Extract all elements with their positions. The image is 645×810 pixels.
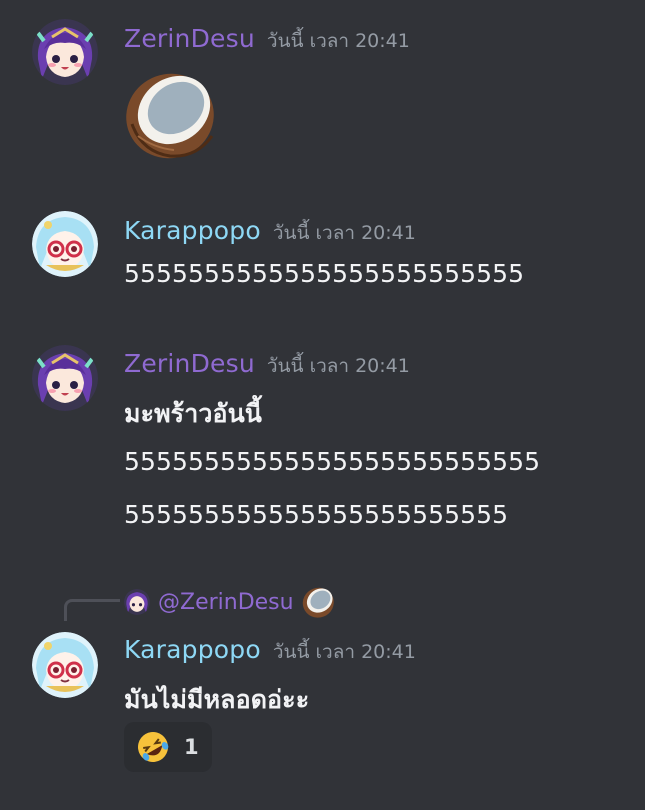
reply-author[interactable]: @ZerinDesu — [158, 590, 294, 615]
author-name[interactable]: ZerinDesu — [124, 349, 255, 378]
reply-preview[interactable]: @ZerinDesu — [124, 585, 336, 619]
zerin-avatar-icon[interactable] — [32, 19, 98, 85]
zerin-avatar-icon — [124, 589, 150, 615]
karappopo-avatar-icon[interactable] — [32, 632, 98, 698]
author-name[interactable]: Karappopo — [124, 216, 261, 245]
reaction-count: 1 — [184, 735, 199, 759]
karappopo-avatar-icon[interactable] — [32, 211, 98, 277]
reply-connector — [64, 599, 120, 621]
rolling-on-floor-laughing-icon — [136, 730, 170, 764]
message-header: ZerinDesu วันนี้ เวลา 20:41 — [124, 349, 410, 381]
message-header: Karappopo วันนี้ เวลา 20:41 — [124, 635, 416, 667]
author-name[interactable]: Karappopo — [124, 635, 261, 664]
timestamp: วันนี้ เวลา 20:41 — [272, 641, 416, 663]
message-text: 55555555555555555555555555 — [124, 447, 541, 476]
message-text: 555555555555555555555555 — [124, 500, 509, 529]
message-text: 5555555555555555555555555 — [124, 259, 525, 288]
message-header: ZerinDesu วันนี้ เวลา 20:41 — [124, 24, 410, 56]
timestamp: วันนี้ เวลา 20:41 — [266, 30, 410, 52]
chat-message-list: ZerinDesu วันนี้ เวลา 20:41 Karappopo วั… — [0, 0, 645, 810]
message-text: มะพร้าวอันนี้ — [124, 399, 262, 428]
zerin-avatar-icon[interactable] — [32, 345, 98, 411]
coconut-icon — [302, 585, 336, 619]
coconut-icon — [124, 66, 220, 162]
author-name[interactable]: ZerinDesu — [124, 24, 255, 53]
timestamp: วันนี้ เวลา 20:41 — [272, 222, 416, 244]
message-text: มันไม่มีหลอดอ่ะะ — [124, 685, 310, 714]
reaction-button[interactable]: 1 — [124, 722, 212, 772]
timestamp: วันนี้ เวลา 20:41 — [266, 355, 410, 377]
message-header: Karappopo วันนี้ เวลา 20:41 — [124, 216, 416, 248]
